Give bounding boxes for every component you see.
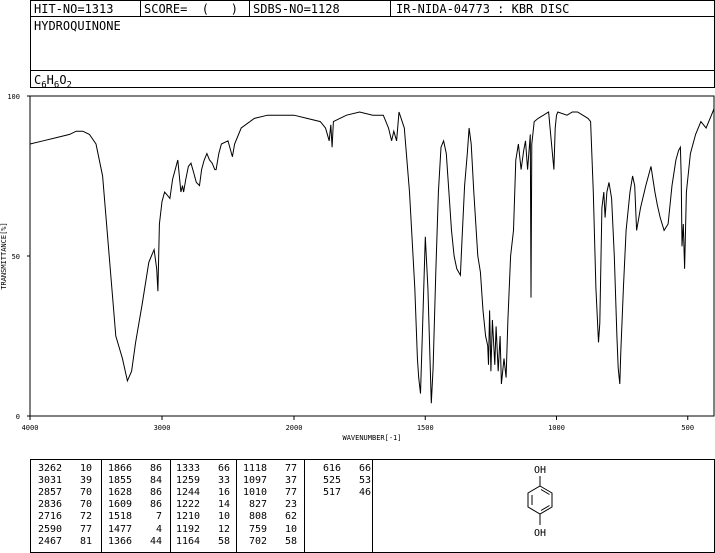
peak-wavenumber: 1366 <box>108 535 133 547</box>
peak-transmittance: 77 <box>279 463 298 474</box>
x-tick-label: 2000 <box>286 424 303 432</box>
ir-spectrum-chart: 100500 4000 3000 2000 1500 1000 500 WAVENUMBE… <box>0 93 715 442</box>
peak-transmittance: 62 <box>279 511 298 523</box>
x-tick-label: 1500 <box>417 424 434 432</box>
peak-transmittance: 37 <box>279 475 298 487</box>
peak-wavenumber: 1518 <box>108 511 133 523</box>
peak-wavenumber: 1222 <box>176 499 201 511</box>
peak-transmittance: 66 <box>353 463 372 474</box>
peak-transmittance: 33 <box>212 475 231 487</box>
peak-transmittance: 70 <box>74 499 93 511</box>
peak-transmittance: 12 <box>212 523 231 535</box>
peak-transmittance: 16 <box>212 487 231 499</box>
peak-wavenumber: 616 <box>317 463 342 474</box>
peak-transmittance: 10 <box>212 511 231 523</box>
x-axis-ticks: 4000 3000 2000 1500 1000 500 <box>22 416 694 432</box>
peak-wavenumber: 2716 <box>38 511 63 523</box>
peak-wavenumber: 3031 <box>38 475 63 487</box>
peak-transmittance: 66 <box>212 463 231 474</box>
peak-wavenumber: 1477 <box>108 523 133 535</box>
peak-transmittance: 46 <box>353 487 372 499</box>
peak-wavenumber: 1259 <box>176 475 201 487</box>
peak-transmittance: 77 <box>279 487 298 499</box>
peak-transmittance: 86 <box>144 487 163 499</box>
y-axis-ticks: 100 50 0 <box>7 93 30 421</box>
peak-transmittance: 70 <box>74 487 93 499</box>
peak-transmittance: 39 <box>74 475 93 487</box>
peak-transmittance: 72 <box>74 511 93 523</box>
peak-transmittance: 86 <box>144 463 163 474</box>
peak-wavenumber: 1192 <box>176 523 201 535</box>
peak-wavenumber: 1609 <box>108 499 133 511</box>
peak-wavenumber: 1210 <box>176 511 201 523</box>
peak-wavenumber: 1097 <box>243 475 268 487</box>
peak-wavenumber: 1855 <box>108 475 133 487</box>
peak-wavenumber: 1118 <box>243 463 268 474</box>
peak-wavenumber: 517 <box>317 487 342 499</box>
x-tick-label: 1000 <box>548 424 565 432</box>
y-tick-label: 50 <box>12 253 20 261</box>
peak-wavenumber: 2857 <box>38 487 63 499</box>
peak-col-sep-2 <box>170 459 171 553</box>
structure-bottom-label: OH <box>534 528 546 539</box>
peak-wavenumber: 2590 <box>38 523 63 535</box>
peak-wavenumber: 1010 <box>243 487 268 499</box>
peak-transmittance: 14 <box>212 499 231 511</box>
peak-transmittance: 86 <box>144 499 163 511</box>
peak-col-sep-1 <box>101 459 102 553</box>
x-tick-label: 500 <box>681 424 694 432</box>
structure-drawing: OH OH <box>527 465 553 539</box>
peak-wavenumber: 2467 <box>38 535 63 547</box>
x-tick-label: 4000 <box>22 424 39 432</box>
y-axis-title: TRANSMITTANCE[%] <box>0 222 8 289</box>
peak-transmittance: 58 <box>279 535 298 547</box>
peak-transmittance: 44 <box>144 535 163 547</box>
y-tick-label: 100 <box>7 93 20 101</box>
y-tick-label: 0 <box>16 413 20 421</box>
peak-transmittance: 81 <box>74 535 93 547</box>
peak-wavenumber: 1866 <box>108 463 133 474</box>
peak-transmittance: 10 <box>279 523 298 535</box>
peak-transmittance: 58 <box>212 535 231 547</box>
peak-transmittance: 7 <box>144 511 163 523</box>
plot-frame <box>29 95 715 417</box>
x-axis-title: WAVENUMBER[-1] <box>342 434 401 442</box>
peak-transmittance: 84 <box>144 475 163 487</box>
peak-wavenumber: 808 <box>243 511 268 523</box>
peak-transmittance: 10 <box>74 463 93 474</box>
peak-wavenumber: 2836 <box>38 499 63 511</box>
peak-transmittance: 53 <box>353 475 372 487</box>
spectrum-line <box>29 108 715 404</box>
peak-transmittance: 23 <box>279 499 298 511</box>
peak-wavenumber: 759 <box>243 523 268 535</box>
peak-wavenumber: 702 <box>243 535 268 547</box>
peak-transmittance: 4 <box>144 523 163 535</box>
peak-wavenumber: 3262 <box>38 463 63 474</box>
peak-wavenumber: 827 <box>243 499 268 511</box>
peak-wavenumber: 1164 <box>176 535 201 547</box>
peak-transmittance: 77 <box>74 523 93 535</box>
peak-wavenumber: 525 <box>317 475 342 487</box>
peak-wavenumber: 1333 <box>176 463 201 474</box>
peak-col-sep-3 <box>236 459 237 553</box>
peak-wavenumber: 1244 <box>176 487 201 499</box>
peak-col-sep-4 <box>304 459 305 553</box>
peak-wavenumber: 1628 <box>108 487 133 499</box>
structure-top-label: OH <box>534 465 546 476</box>
x-tick-label: 3000 <box>154 424 171 432</box>
